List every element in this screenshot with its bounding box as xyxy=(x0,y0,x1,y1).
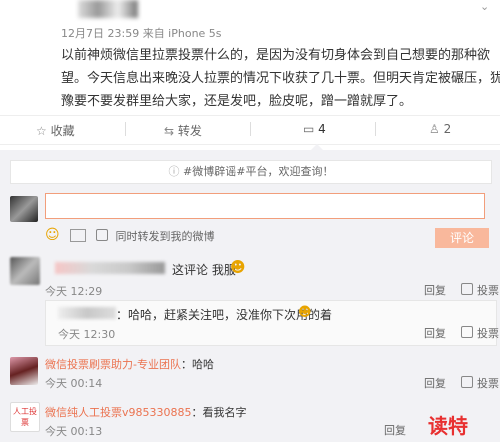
post-line-2: 望。今天信息出来晚没人拉票的情况下收获了几十票。但明天肯定被碾压，犹 xyxy=(61,71,500,86)
my-avatar[interactable] xyxy=(10,196,38,222)
collect-label: 收藏 xyxy=(50,124,75,138)
post-line-3: 豫要不要发群里给大家，还是发吧，脸皮呢，蹭一蹭就厚了。 xyxy=(61,94,413,109)
comment-time: 今天 00:14 xyxy=(45,377,103,390)
avatar-label: 人工投票 xyxy=(13,407,37,427)
thumb-icon xyxy=(461,326,473,338)
post-line-1: 以前神烦微信里拉票投票什么的，是因为没有切身体会到自己想要的那种欲 xyxy=(61,48,491,63)
commenter-avatar[interactable] xyxy=(10,357,38,385)
vote-button[interactable]: 投票 xyxy=(461,282,499,298)
reply-button[interactable]: 回复 xyxy=(424,325,446,341)
forward-label: 同时转发到我的微博 xyxy=(115,230,215,243)
topic-banner[interactable]: ⓘ #微博辟谣#平台，欢迎查询！ xyxy=(10,160,492,184)
like-icon: ♙ xyxy=(429,122,440,136)
divider xyxy=(125,122,126,136)
comment-text: ：看我名字 xyxy=(191,406,247,419)
commenter-name[interactable]: 微信投票刷票助力-专业团队 xyxy=(45,358,181,371)
comment-icon: ▭ xyxy=(303,122,315,136)
comment-text: 这评论 我服 xyxy=(172,263,236,277)
divider xyxy=(375,122,376,136)
commenter-name-blur[interactable] xyxy=(55,262,165,274)
action-bar: ☆ 收藏 ⇆ 转发 ▭ 4 ♙ 2 xyxy=(0,115,500,145)
forward-checkbox[interactable]: 同时转发到我的微博 xyxy=(96,228,215,244)
topic-text: #微博辟谣#平台，欢迎查询！ xyxy=(183,165,334,178)
comment-body: 微信投票刷票助力-专业团队：哈哈 xyxy=(45,356,214,372)
watermark-text: 读特 xyxy=(428,414,468,438)
image-icon[interactable] xyxy=(70,229,86,242)
comment-body: 微信纯人工投票v985330885：看我名字 xyxy=(45,404,247,420)
commenter-avatar[interactable] xyxy=(10,257,40,285)
repost-label: 转发 xyxy=(177,124,202,138)
post-body: 以前神烦微信里拉票投票什么的，是因为没有切身体会到自己想要的那种欲 望。今天信息… xyxy=(61,44,500,113)
thumb-icon xyxy=(461,283,473,295)
reply-time: 今天 12:30 xyxy=(58,328,116,341)
vote-label: 投票 xyxy=(477,284,499,297)
comment-count: 4 xyxy=(318,122,326,136)
repost-icon: ⇆ xyxy=(164,124,175,138)
like-button[interactable]: ♙ 2 xyxy=(429,122,451,136)
emoji-icon[interactable]: ☺ xyxy=(45,227,60,243)
divider xyxy=(250,122,251,136)
comment-time: 今天 12:29 xyxy=(45,285,103,298)
top-blur-avatar xyxy=(78,0,138,18)
like-count: 2 xyxy=(443,122,452,136)
comment-time: 今天 00:13 xyxy=(45,425,103,438)
star-icon: ☆ xyxy=(36,124,47,138)
laugh-emoji-icon: ☻ xyxy=(230,258,246,276)
commenter-name[interactable]: 微信纯人工投票v985330885 xyxy=(45,406,192,419)
submit-comment-button[interactable]: 评论 xyxy=(435,228,489,248)
reply-user-blur[interactable] xyxy=(58,307,116,319)
repost-button[interactable]: ⇆ 转发 xyxy=(164,122,202,139)
commenter-avatar[interactable]: 人工投票 xyxy=(10,402,40,432)
comment-text: ：哈哈 xyxy=(180,358,214,371)
vote-label: 投票 xyxy=(477,377,499,390)
vote-button[interactable]: 投票 xyxy=(461,325,499,341)
reply-button[interactable]: 回复 xyxy=(384,422,406,438)
checkbox-icon xyxy=(96,229,108,241)
info-icon: ⓘ xyxy=(168,165,180,178)
thumb-icon xyxy=(461,376,473,388)
collect-button[interactable]: ☆ 收藏 xyxy=(36,122,75,139)
reply-button[interactable]: 回复 xyxy=(424,282,446,298)
watermark-logo: 读特 xyxy=(428,410,468,439)
post-meta: 12月7日 23:59 来自 iPhone 5s xyxy=(61,27,222,40)
reply-button[interactable]: 回复 xyxy=(424,375,446,391)
vote-label: 投票 xyxy=(477,327,499,340)
expand-chevron-icon[interactable]: ⌄ xyxy=(480,0,492,13)
comment-input[interactable] xyxy=(45,193,485,219)
vote-button[interactable]: 投票 xyxy=(461,375,499,391)
comment-button[interactable]: ▭ 4 xyxy=(303,122,326,136)
laugh-emoji-icon: ☻ xyxy=(298,305,312,320)
